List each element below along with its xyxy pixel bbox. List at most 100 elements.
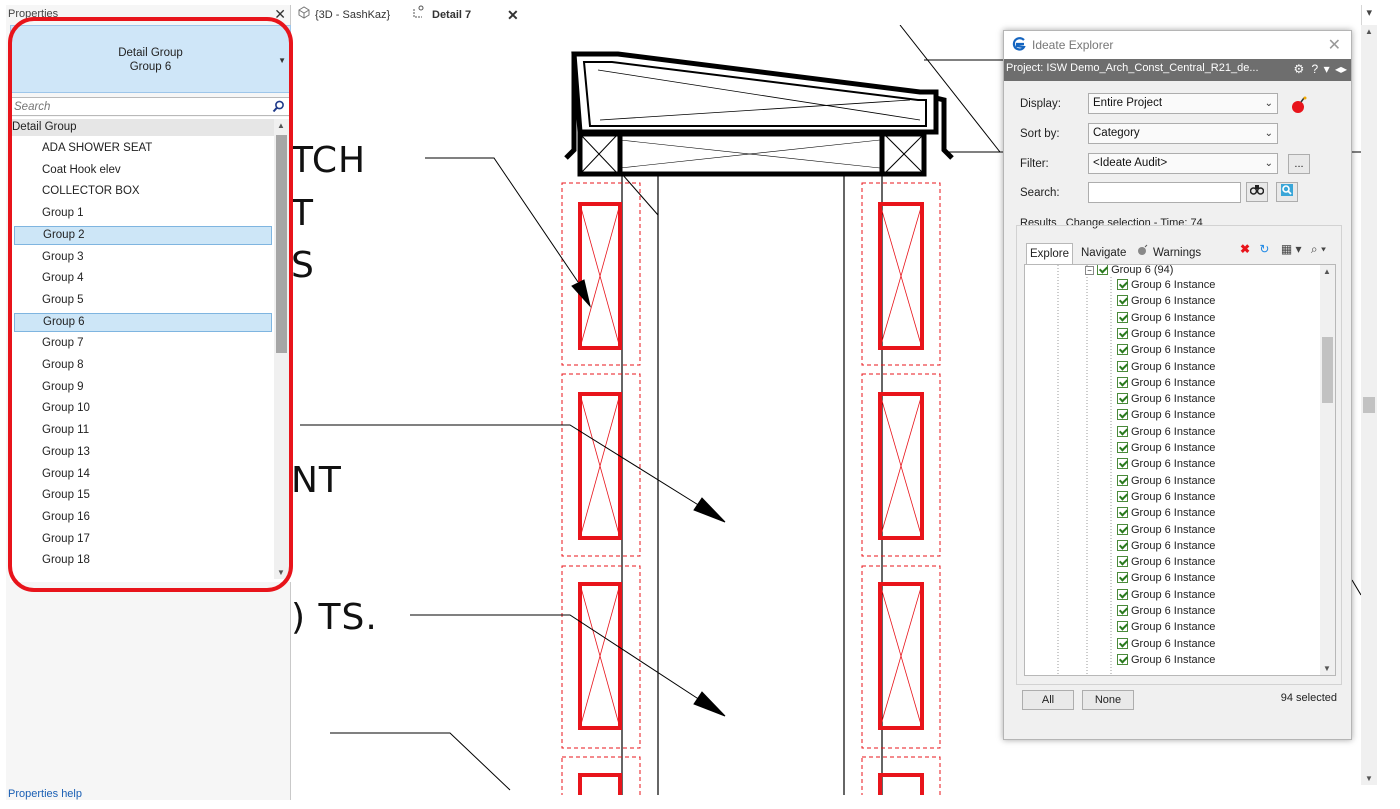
filter-more-button[interactable]: ... [1288,154,1310,174]
chevron-down-icon[interactable]: ▾ [1324,62,1330,76]
tree-instance-row[interactable]: Group 6 Instance [1117,652,1215,668]
type-list-item[interactable]: Group 1 [14,204,272,223]
tree-instance-row[interactable]: Group 6 Instance [1117,375,1215,391]
filter-dropdown[interactable]: <Ideate Audit> ⌄ [1088,153,1278,174]
close-icon[interactable]: ✕ [1328,35,1341,55]
type-list-item[interactable]: Group 14 [14,465,272,484]
select-none-button[interactable]: None [1082,690,1134,710]
tree-group-row[interactable]: − Group 6 (94) [1085,265,1173,278]
tree-instance-row[interactable]: Group 6 Instance [1117,538,1215,554]
type-search-input[interactable] [14,99,264,114]
tree-instance-row[interactable]: Group 6 Instance [1117,407,1215,423]
tree-instance-row[interactable]: Group 6 Instance [1117,277,1215,293]
tab-warnings[interactable]: Warnings [1150,243,1204,263]
tree-instance-row[interactable]: Group 6 Instance [1117,310,1215,326]
type-list-item[interactable]: Group 13 [14,443,272,462]
tab-navigate[interactable]: Navigate [1078,243,1129,263]
tree-instance-row[interactable]: Group 6 Instance [1117,505,1215,521]
display-dropdown[interactable]: Entire Project ⌄ [1088,93,1278,114]
type-list-item[interactable]: Group 3 [14,248,272,267]
tree-instance-row[interactable]: Group 6 Instance [1117,391,1215,407]
select-all-button[interactable]: All [1022,690,1074,710]
type-list-item[interactable]: Group 15 [14,486,272,505]
binoculars-icon[interactable] [1246,182,1268,202]
type-list-item[interactable]: Group 5 [14,291,272,310]
scroll-down-icon[interactable]: ▼ [1365,774,1373,783]
type-list-scrollbar[interactable]: ▲ ▼ [274,119,289,579]
tree-instance-row[interactable]: Group 6 Instance [1117,570,1215,586]
type-list-item[interactable]: Group 11 [14,421,272,440]
tree-instance-row[interactable]: Group 6 Instance [1117,554,1215,570]
checkbox-checked[interactable] [1117,425,1128,437]
tab-explore[interactable]: Explore [1026,243,1073,264]
view-scroll-thumb[interactable] [1363,397,1375,413]
tree-instance-row[interactable]: Group 6 Instance [1117,293,1215,309]
type-list-item[interactable]: Coat Hook elev [14,161,272,180]
checkbox-checked[interactable] [1117,572,1128,584]
ideate-search-input[interactable] [1088,182,1241,203]
type-list-item[interactable]: Group 7 [14,334,272,353]
type-list-item[interactable]: ADA SHOWER SEAT [14,139,272,158]
checkbox-checked[interactable] [1117,409,1128,421]
sort-dropdown[interactable]: Category ⌄ [1088,123,1278,144]
scroll-down-icon[interactable]: ▼ [277,568,285,577]
tab-3d-sashkaz[interactable]: {3D - SashKaz} [315,5,390,25]
scroll-up-icon[interactable]: ▲ [1365,27,1373,36]
type-list-item[interactable]: Group 10 [14,399,272,418]
checkbox-checked[interactable] [1117,490,1128,502]
checkbox-checked[interactable] [1117,653,1128,665]
checkbox-checked[interactable] [1117,360,1128,372]
dropdown-arrow-icon[interactable]: ▼ [278,56,286,65]
tree-instance-row[interactable]: Group 6 Instance [1117,603,1215,619]
scroll-down-icon[interactable]: ▼ [1323,664,1331,673]
type-list-item[interactable]: COLLECTOR BOX [14,182,272,201]
tree-instance-row[interactable]: Group 6 Instance [1117,473,1215,489]
checkbox-checked[interactable] [1117,523,1128,535]
view-scrollbar[interactable]: ▲ ▼ [1361,25,1377,785]
gear-icon[interactable]: ⚙ [1293,62,1304,76]
checkbox-checked[interactable] [1117,279,1128,290]
checkbox-checked[interactable] [1117,327,1128,339]
checkbox-checked[interactable] [1117,393,1128,405]
type-list-item[interactable]: Group 16 [14,508,272,527]
tab-detail-7[interactable]: Detail 7 [432,5,471,25]
columns-icon[interactable]: ▦ [1281,242,1292,256]
zoom-icon[interactable]: ⌕ [1311,242,1318,256]
tree-instance-row[interactable]: Group 6 Instance [1117,522,1215,538]
checkbox-checked[interactable] [1117,458,1128,470]
tree-scroll-thumb[interactable] [1322,337,1333,403]
checkbox-checked[interactable] [1117,637,1128,649]
tree-instance-row[interactable]: Group 6 Instance [1117,636,1215,652]
scroll-up-icon[interactable]: ▲ [277,121,285,130]
collapse-icon[interactable]: − [1085,266,1094,275]
tab-overflow-icon[interactable]: ▾ [1366,6,1372,19]
type-list-item[interactable]: Group 17 [14,530,272,549]
checkbox-checked[interactable] [1117,539,1128,551]
checkbox-checked[interactable] [1117,295,1128,307]
help-icon[interactable]: ? [1312,62,1319,76]
tree-instance-row[interactable]: Group 6 Instance [1117,326,1215,342]
ideate-titlebar[interactable]: Ideate Explorer ✕ [1004,31,1351,59]
tree-instance-row[interactable]: Group 6 Instance [1117,456,1215,472]
delete-icon[interactable]: ✖ [1240,242,1250,256]
checkbox-checked[interactable] [1117,344,1128,356]
type-search-box[interactable] [10,97,291,116]
tree-scrollbar[interactable]: ▲ ▼ [1320,265,1335,675]
tree-instance-row[interactable]: Group 6 Instance [1117,342,1215,358]
tree-instance-row[interactable]: Group 6 Instance [1117,587,1215,603]
checkbox-checked[interactable] [1117,311,1128,323]
checkbox-checked[interactable] [1117,588,1128,600]
checkbox-checked[interactable] [1117,605,1128,616]
checkbox-checked[interactable] [1117,507,1128,519]
checkbox-checked[interactable] [1117,376,1128,388]
checkbox-checked[interactable] [1117,442,1128,453]
chevron-down-icon[interactable]: ▾ [1321,242,1326,256]
checkbox-checked[interactable] [1117,621,1128,633]
type-list-item[interactable]: Group 4 [14,269,272,288]
tree-instance-row[interactable]: Group 6 Instance [1117,359,1215,375]
type-list-item[interactable]: Group 6 [14,312,272,332]
properties-help-link[interactable]: Properties help [8,788,82,800]
chevron-down-icon[interactable]: ▾ [1296,242,1302,256]
checkbox-checked[interactable] [1097,265,1109,275]
search-icon[interactable] [272,100,285,113]
